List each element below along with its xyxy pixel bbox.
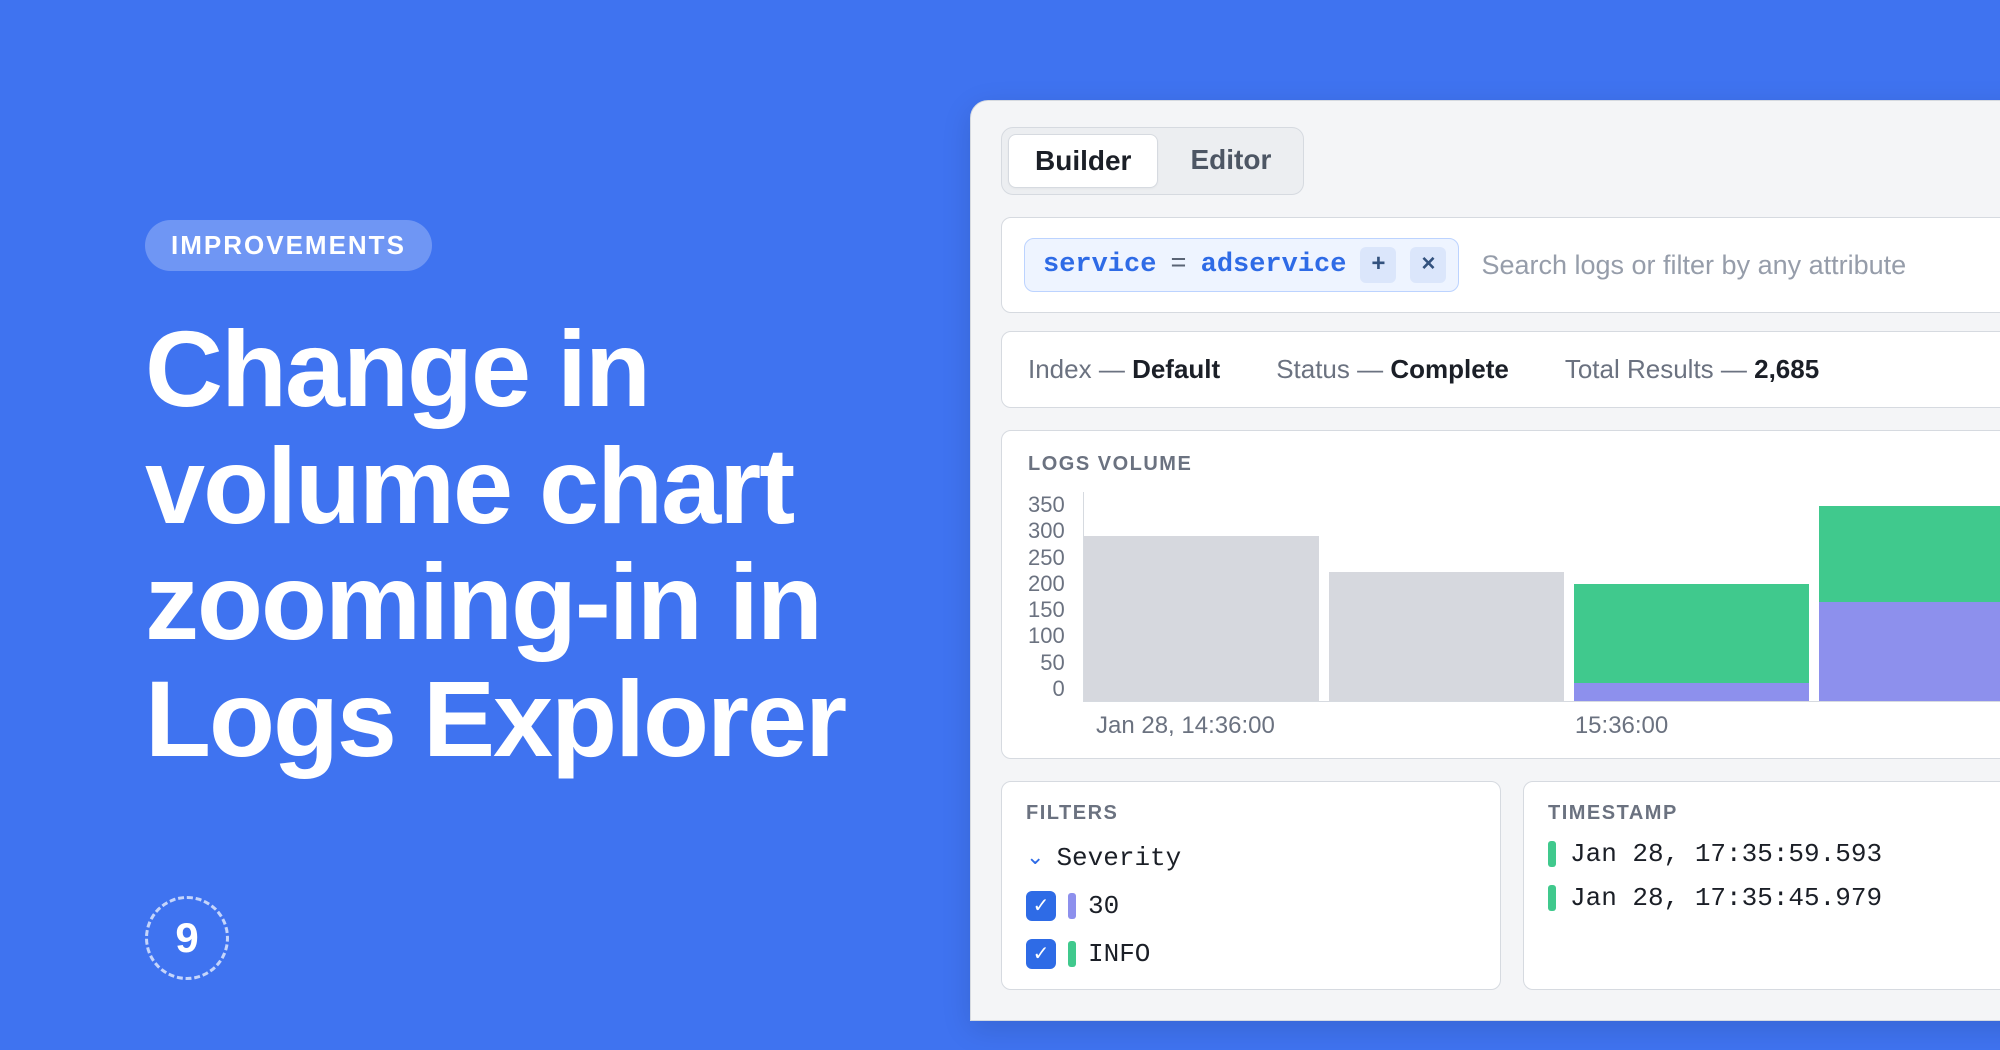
- y-tick: 0: [1052, 676, 1064, 702]
- bar-segment-green: [1819, 506, 2000, 602]
- severity-color-swatch: [1548, 841, 1556, 867]
- x-tick: 15:36:00: [1575, 712, 1668, 740]
- timestamp-value: Jan 28, 17:35:59.593: [1570, 839, 1882, 869]
- bar-segment-purple: [1574, 683, 1809, 701]
- bar-segment-purple: [1819, 602, 2000, 701]
- y-tick: 100: [1028, 623, 1065, 649]
- x-axis: Jan 28, 14:36:00 15:36:00: [1096, 702, 2000, 740]
- tab-builder[interactable]: Builder: [1008, 134, 1158, 188]
- brand-9-icon: 9: [145, 896, 229, 980]
- y-tick: 150: [1028, 597, 1065, 623]
- chip-value: adservice: [1201, 250, 1347, 280]
- logs-explorer-panel: Builder Editor service = adservice + × S…: [970, 100, 2000, 1021]
- run-status: Status — Complete: [1276, 354, 1509, 385]
- timestamp-card: TIMESTAMP Jan 28, 17:35:59.593 Jan 28, 17…: [1523, 781, 2000, 990]
- hero-pane: IMPROVEMENTS Change in volume chart zoom…: [0, 0, 970, 1050]
- results-status: Total Results — 2,685: [1565, 354, 1819, 385]
- volume-bar[interactable]: [1084, 536, 1319, 701]
- chip-add-button[interactable]: +: [1360, 247, 1396, 283]
- search-input[interactable]: Search logs or filter by any attribute: [1481, 250, 2000, 281]
- checkbox-checked-icon[interactable]: ✓: [1026, 939, 1056, 969]
- mode-tabs: Builder Editor: [1001, 127, 1304, 195]
- filter-item[interactable]: ✓ INFO: [1026, 939, 1476, 969]
- chart-title: LOGS VOLUME: [1028, 453, 2000, 476]
- checkbox-checked-icon[interactable]: ✓: [1026, 891, 1056, 921]
- filter-chip-service[interactable]: service = adservice + ×: [1024, 238, 1459, 292]
- chip-remove-button[interactable]: ×: [1410, 247, 1446, 283]
- filters-title: FILTERS: [1026, 802, 1476, 825]
- filters-card: FILTERS ⌄ Severity ✓ 30 ✓ INFO: [1001, 781, 1501, 990]
- headline: Change in volume chart zooming-in in Log…: [145, 311, 970, 778]
- filter-item[interactable]: ✓ 30: [1026, 891, 1476, 921]
- chip-key: service: [1043, 250, 1156, 280]
- filter-item-label: INFO: [1088, 939, 1150, 969]
- chip-op: =: [1170, 250, 1186, 280]
- volume-bar[interactable]: [1819, 506, 2000, 701]
- volume-bar[interactable]: [1329, 572, 1564, 701]
- bar-segment-green: [1574, 584, 1809, 683]
- y-tick: 200: [1028, 571, 1065, 597]
- severity-label: Severity: [1056, 843, 1181, 873]
- filter-item-label: 30: [1088, 891, 1119, 921]
- volume-bar[interactable]: [1574, 584, 1809, 701]
- severity-color-swatch: [1548, 885, 1556, 911]
- severity-group-toggle[interactable]: ⌄ Severity: [1026, 843, 1476, 873]
- y-tick: 250: [1028, 545, 1065, 571]
- index-status: Index — Default: [1028, 354, 1220, 385]
- app-panel-wrap: Builder Editor service = adservice + × S…: [970, 0, 2000, 1050]
- status-bar: Index — Default Status — Complete Total …: [1001, 331, 2000, 408]
- chart-plot[interactable]: [1083, 492, 2000, 702]
- query-bar: service = adservice + × Search logs or f…: [1001, 217, 2000, 313]
- y-tick: 300: [1028, 518, 1065, 544]
- bottom-row: FILTERS ⌄ Severity ✓ 30 ✓ INFO TIMESTAMP Ja…: [1001, 781, 2000, 990]
- x-tick: Jan 28, 14:36:00: [1096, 712, 1275, 740]
- bar-segment-grey: [1329, 572, 1564, 701]
- timestamp-value: Jan 28, 17:35:45.979: [1570, 883, 1882, 913]
- y-tick: 50: [1040, 650, 1064, 676]
- severity-color-swatch: [1068, 893, 1076, 919]
- timestamp-title: TIMESTAMP: [1548, 802, 2000, 825]
- improvements-badge: IMPROVEMENTS: [145, 220, 432, 271]
- chart-area[interactable]: 350300250200150100500: [1028, 492, 2000, 702]
- bar-segment-grey: [1084, 536, 1319, 701]
- y-axis: 350300250200150100500: [1028, 492, 1069, 702]
- log-row[interactable]: Jan 28, 17:35:45.979: [1548, 883, 2000, 913]
- log-row[interactable]: Jan 28, 17:35:59.593: [1548, 839, 2000, 869]
- severity-color-swatch: [1068, 941, 1076, 967]
- tab-editor[interactable]: Editor: [1164, 134, 1297, 188]
- chevron-down-icon: ⌄: [1026, 845, 1044, 871]
- y-tick: 350: [1028, 492, 1065, 518]
- logs-volume-chart-card: LOGS VOLUME 350300250200150100500 Jan 28…: [1001, 430, 2000, 759]
